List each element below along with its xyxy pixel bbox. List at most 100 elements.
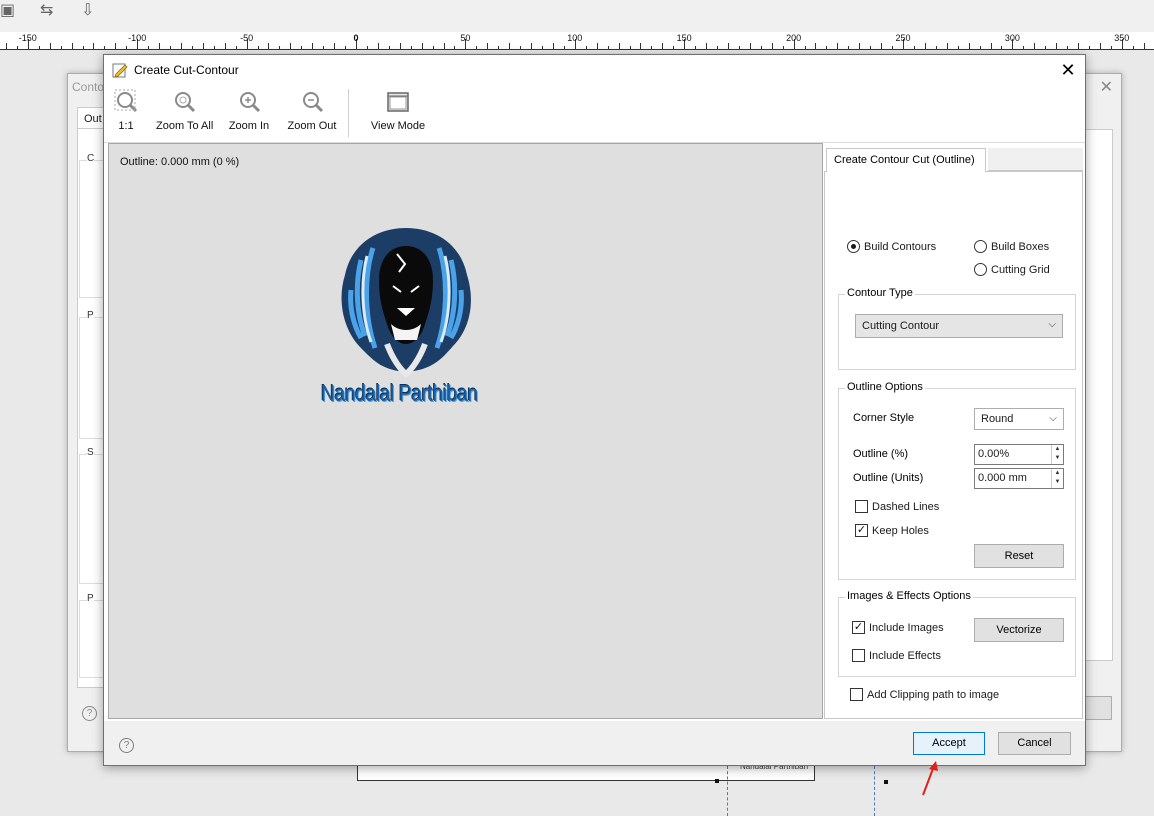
contour-type-value: Cutting Contour	[862, 320, 940, 332]
dashed-lines-checkbox[interactable]: Dashed Lines	[855, 500, 939, 513]
ruler-tick	[640, 43, 642, 49]
ruler-tick	[421, 43, 423, 49]
ruler-tick	[93, 43, 95, 49]
ruler-tick	[804, 46, 806, 49]
ruler-tick	[837, 43, 839, 49]
contour-type-select[interactable]: Cutting Contour ⌵	[855, 314, 1063, 338]
spinner-arrows-icon[interactable]: ▲ ▼	[1051, 445, 1063, 464]
ruler-tick	[596, 43, 598, 49]
cancel-button[interactable]: Cancel	[998, 732, 1071, 755]
one-to-one-label: 1:1	[118, 120, 134, 132]
ruler-tick	[377, 43, 379, 49]
ruler-tick	[968, 43, 970, 49]
ruler-tick	[104, 46, 106, 49]
radio-indicator	[974, 240, 987, 253]
view-mode-button[interactable]: View Mode	[370, 89, 426, 132]
help-icon[interactable]: ?	[119, 738, 134, 753]
help-icon[interactable]: ?	[82, 706, 97, 721]
ruler-tick	[1099, 43, 1101, 49]
dialog-toolbar: 1:1 Zoom To All Zoom In Zoom Out View Mo…	[104, 85, 1085, 143]
ruler-tick	[1023, 46, 1025, 49]
fill-icon[interactable]: ▣	[0, 2, 15, 20]
zoom-to-all-button[interactable]: Zoom To All	[156, 89, 214, 132]
toolbar-separator	[348, 89, 349, 137]
ruler-tick	[520, 46, 522, 49]
ruler-tick	[760, 46, 762, 49]
dashed-lines-label: Dashed Lines	[872, 500, 940, 513]
ruler-tick	[5, 43, 7, 49]
build-boxes-radio[interactable]: Build Boxes	[974, 240, 1049, 253]
selection-handle[interactable]	[715, 779, 719, 783]
one-to-one-button[interactable]: 1:1	[112, 89, 140, 132]
horizontal-move-icon[interactable]: ⇆	[40, 2, 53, 20]
background-group-label: P	[87, 310, 94, 321]
outline-percent-value: 0.00%	[978, 448, 1010, 460]
create-cut-contour-dialog: Create Cut-Contour ✕ 1:1 Zoom To All Zoo…	[103, 54, 1086, 766]
accept-button[interactable]: Accept	[913, 732, 985, 755]
keep-holes-label: Keep Holes	[872, 524, 929, 537]
ruler-tick	[695, 46, 697, 49]
ruler-tick	[235, 46, 237, 49]
ruler-tick	[257, 46, 259, 49]
tab-create-contour-cut[interactable]: Create Contour Cut (Outline)	[826, 148, 986, 172]
ruler-tick	[71, 43, 73, 49]
cutting-grid-radio[interactable]: Cutting Grid	[974, 263, 1050, 276]
checkbox-box	[852, 649, 865, 662]
build-contours-radio[interactable]: Build Contours	[847, 240, 936, 253]
ruler-tick	[1078, 43, 1080, 49]
ruler-tick	[345, 46, 347, 49]
ruler-tick	[1001, 46, 1003, 49]
ruler-label: -50	[240, 33, 254, 43]
horizontal-ruler: -150 -100 -50 0 50 100 150 200 250 300 350	[0, 32, 1154, 50]
reset-button[interactable]: Reset	[974, 544, 1064, 568]
ruler-tick	[990, 43, 992, 49]
ruler-tick	[717, 46, 719, 49]
outline-percent-label: Outline (%)	[853, 448, 909, 460]
ruler-tick	[1110, 46, 1112, 49]
outline-units-input[interactable]: 0.000 mm ▲ ▼	[974, 468, 1064, 489]
ruler-tick	[509, 43, 511, 49]
build-contours-label: Build Contours	[864, 240, 937, 253]
outline-units-value: 0.000 mm	[978, 472, 1027, 484]
outline-percent-input[interactable]: 0.00% ▲ ▼	[974, 444, 1064, 465]
ruler-tick	[946, 43, 948, 49]
selection-handle[interactable]	[884, 780, 888, 784]
zoom-to-all-label: Zoom To All	[156, 120, 214, 132]
ruler-tick	[191, 46, 193, 49]
ruler-tick	[148, 46, 150, 49]
include-images-checkbox[interactable]: ✓ Include Images	[852, 621, 944, 634]
zoom-in-button[interactable]: Zoom In	[228, 89, 270, 132]
preview-area[interactable]: Outline: 0.000 mm (0 %) Nandalal Parthib…	[108, 143, 823, 719]
keep-holes-checkbox[interactable]: ✓ Keep Holes	[855, 524, 929, 537]
spinner-arrows-icon[interactable]: ▲ ▼	[1051, 469, 1063, 488]
background-button[interactable]	[1084, 696, 1112, 720]
corner-style-select[interactable]: Round ⌵	[974, 408, 1064, 430]
ruler-tick	[202, 43, 204, 49]
ruler-tick	[1132, 46, 1134, 49]
settings-panel: Build Contours Build Boxes Cutting Grid …	[824, 171, 1083, 719]
contour-type-group: Contour Type Cutting Contour ⌵	[838, 287, 1076, 370]
ruler-tick	[815, 43, 817, 49]
ruler-tick	[881, 43, 883, 49]
zoom-out-label: Zoom Out	[287, 120, 337, 132]
ruler-tick	[170, 46, 172, 49]
corner-style-label: Corner Style	[853, 412, 915, 424]
ruler-label: -100	[128, 33, 147, 43]
close-icon[interactable]: ✕	[1100, 77, 1113, 97]
ruler-label: -150	[18, 33, 37, 43]
vertical-move-icon[interactable]: ⇩	[81, 2, 94, 20]
ruler-tick	[706, 43, 708, 49]
vectorize-button[interactable]: Vectorize	[974, 618, 1064, 642]
ruler-tick	[60, 46, 62, 49]
zoom-out-button[interactable]: Zoom Out	[287, 89, 337, 132]
ruler-tick	[979, 46, 981, 49]
close-button[interactable]: ✕	[1055, 57, 1081, 83]
ruler-tick	[290, 43, 292, 49]
ruler-tick	[618, 43, 620, 49]
images-effects-label: Images & Effects Options	[845, 590, 973, 602]
ruler-label: 250	[895, 33, 911, 43]
background-group-label: C	[87, 153, 95, 164]
outline-options-label: Outline Options	[845, 381, 925, 393]
include-effects-checkbox[interactable]: Include Effects	[852, 649, 941, 662]
clipping-path-checkbox[interactable]: Add Clipping path to image	[850, 688, 999, 701]
